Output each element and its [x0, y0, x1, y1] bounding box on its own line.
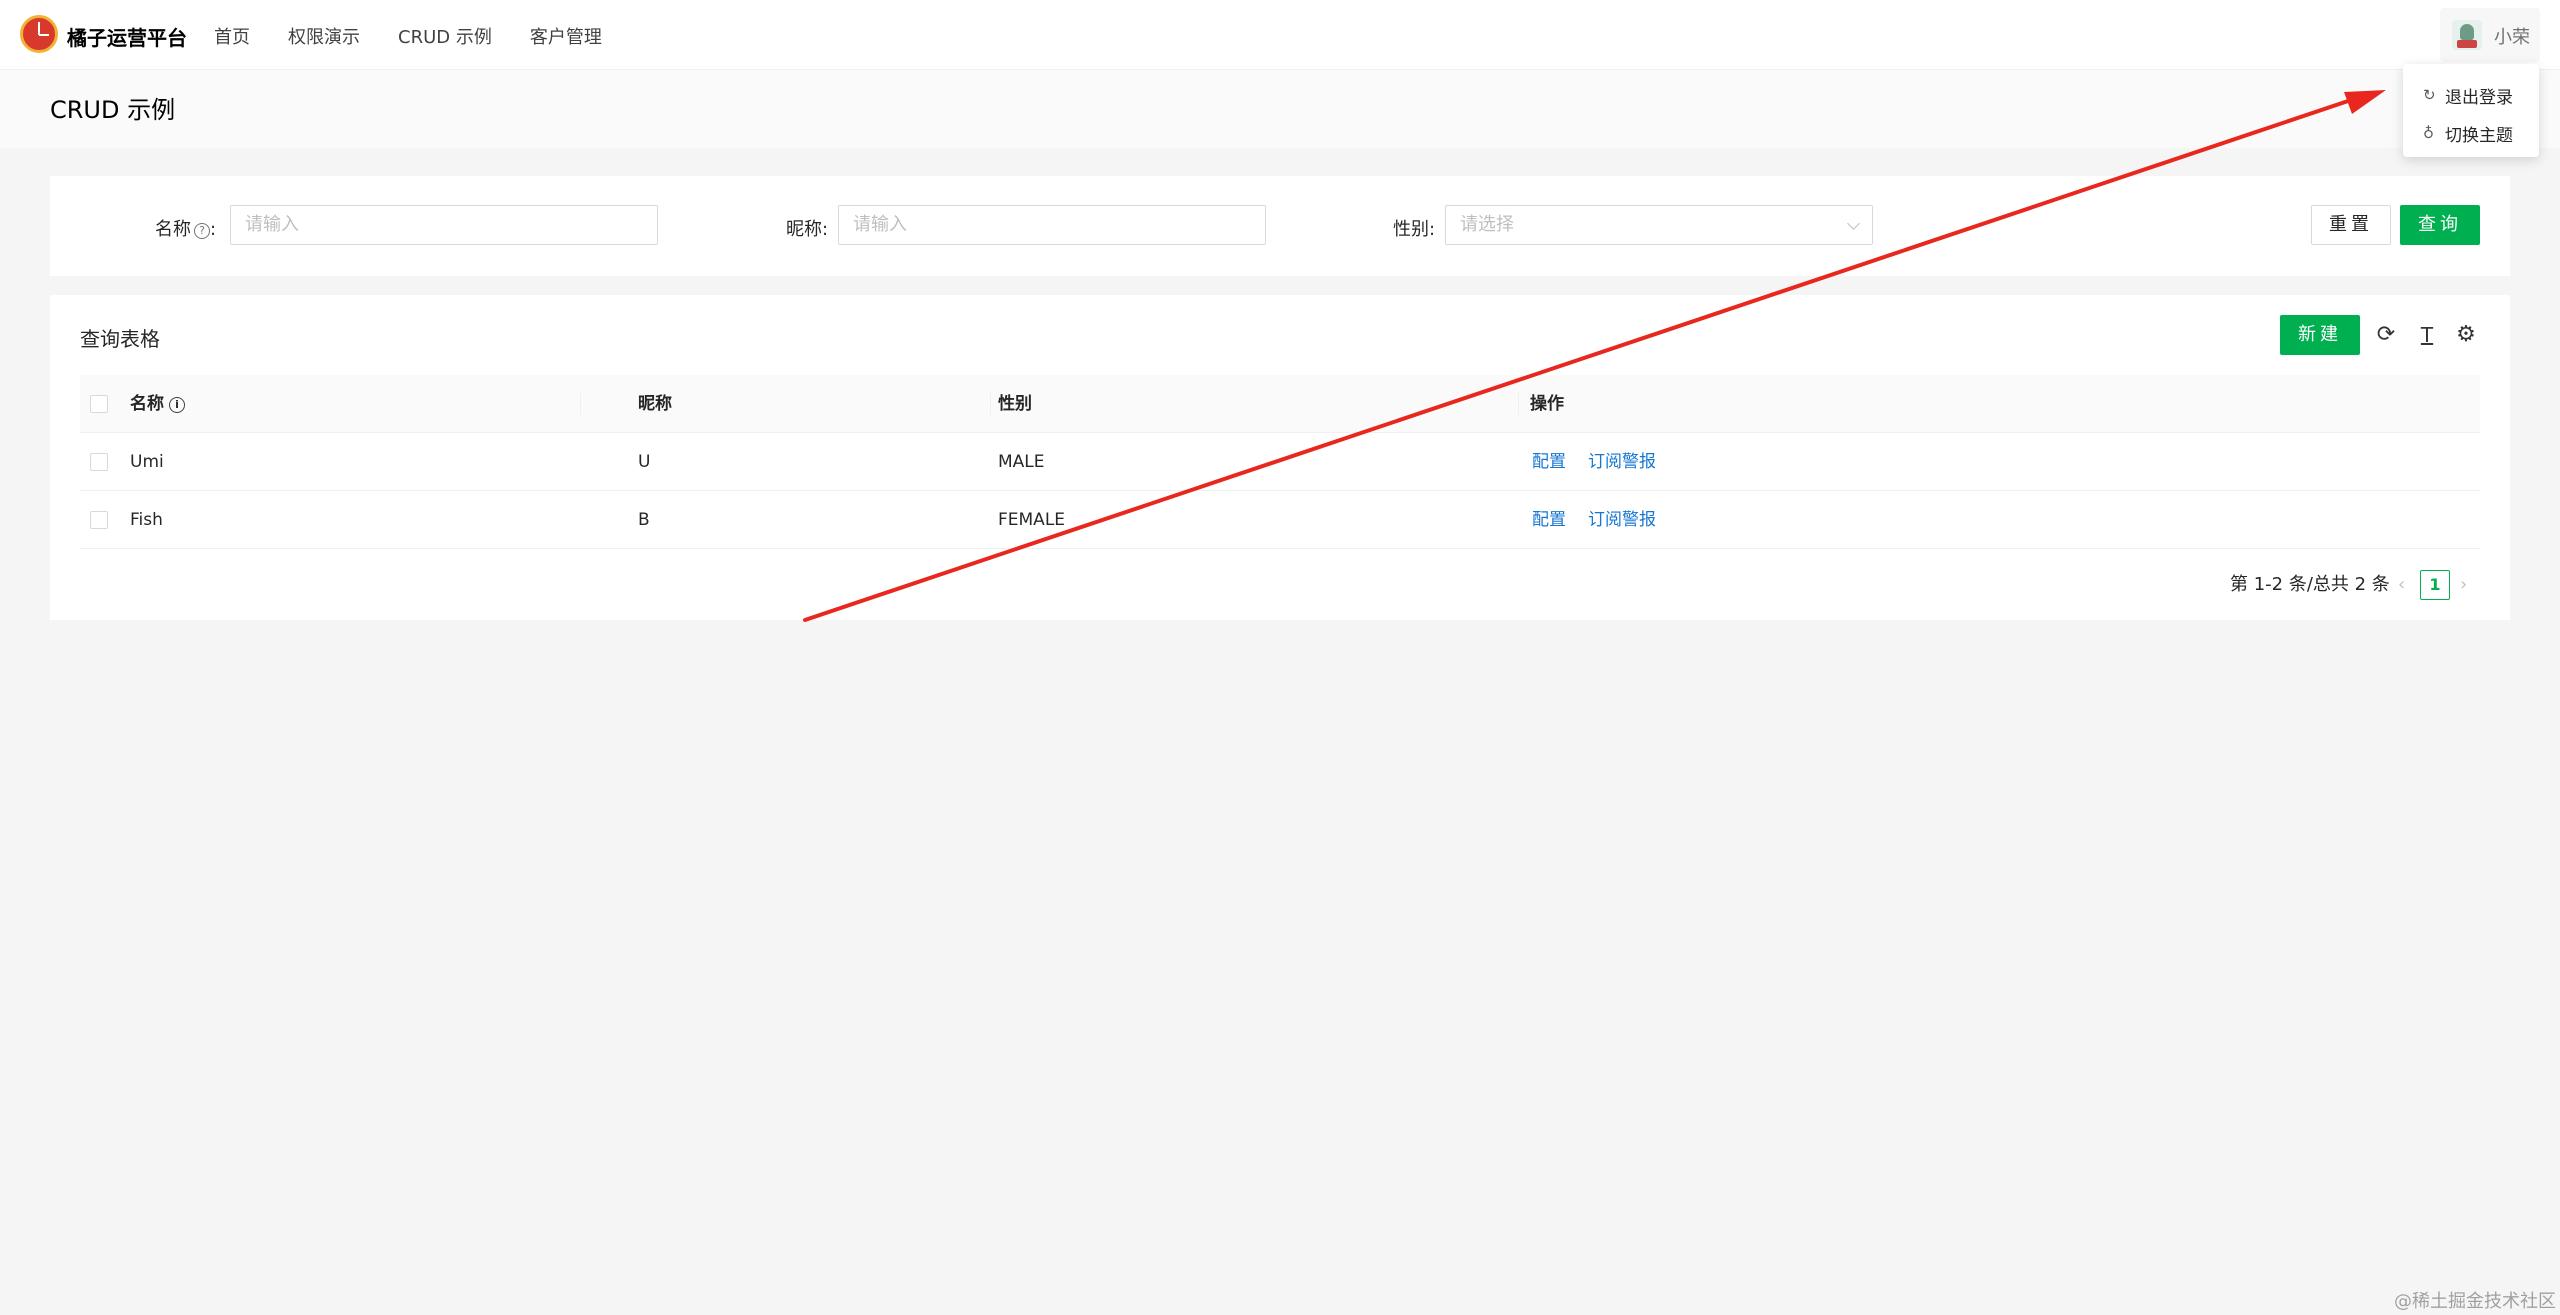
- search-form: 名称?: 请输入 昵称: 请输入 性别: 请选择 重置 查询: [50, 176, 2510, 276]
- table-row: Fish B FEMALE 配置 订阅警报: [80, 491, 2480, 549]
- top-nav: 首页 权限演示 CRUD 示例 客户管理: [214, 23, 602, 49]
- data-table: 名称 i 昵称 性别 操作 Umi U MALE 配置 订阅警报 Fish B F…: [80, 375, 2480, 549]
- table-card: 查询表格 新建 ⟳ T ⚙ 名称 i 昵称 性别 操作 Umi U MALE 配置…: [50, 295, 2510, 620]
- top-header: 橘子运营平台 首页 权限演示 CRUD 示例 客户管理 小荣: [0, 0, 2560, 70]
- reset-button[interactable]: 重置: [2311, 205, 2391, 245]
- watermark: @稀土掘金技术社区: [2394, 1291, 2556, 1312]
- config-link[interactable]: 配置: [1532, 491, 1566, 549]
- nickname-label: 昵称:: [786, 219, 829, 240]
- select-all-checkbox[interactable]: [90, 395, 108, 413]
- prev-page-icon[interactable]: ‹: [2398, 570, 2405, 600]
- question-circle-icon[interactable]: ?: [194, 223, 210, 239]
- logout-menu-item[interactable]: ↻ 退出登录: [2403, 76, 2539, 114]
- cell-gender: FEMALE: [998, 510, 1066, 530]
- table-title: 查询表格: [80, 327, 160, 351]
- avatar: [2452, 20, 2482, 50]
- bulb-icon: ♁: [2423, 124, 2434, 142]
- page-title: CRUD 示例: [50, 96, 176, 124]
- gender-label: 性别:: [1393, 219, 1436, 240]
- nav-item-home[interactable]: 首页: [214, 23, 250, 49]
- name-input[interactable]: 请输入: [230, 205, 658, 245]
- user-name: 小荣: [2494, 27, 2530, 48]
- col-header-name: 名称 i: [130, 375, 185, 433]
- switch-theme-label: 切换主题: [2445, 125, 2513, 146]
- subscribe-alert-link[interactable]: 订阅警报: [1588, 433, 1656, 491]
- cell-gender: MALE: [998, 452, 1045, 472]
- page-header: CRUD 示例: [0, 70, 2560, 148]
- cell-name: Umi: [130, 452, 164, 472]
- row-checkbox[interactable]: [90, 453, 108, 471]
- config-link[interactable]: 配置: [1532, 433, 1566, 491]
- nickname-input[interactable]: 请输入: [838, 205, 1266, 245]
- cell-nickname: B: [638, 510, 650, 530]
- next-page-icon[interactable]: ›: [2460, 570, 2467, 600]
- subscribe-alert-link[interactable]: 订阅警报: [1588, 491, 1656, 549]
- page-number-1[interactable]: 1: [2420, 570, 2450, 600]
- app-title: 橘子运营平台: [67, 26, 187, 50]
- user-menu-trigger[interactable]: 小荣: [2440, 8, 2540, 62]
- row-checkbox[interactable]: [90, 511, 108, 529]
- col-header-actions: 操作: [1530, 394, 1564, 414]
- nav-item-crud[interactable]: CRUD 示例: [398, 23, 492, 49]
- gender-select-placeholder: 请选择: [1460, 214, 1514, 235]
- chevron-down-icon: [1847, 217, 1860, 230]
- new-button[interactable]: 新建: [2280, 315, 2360, 355]
- nav-item-access[interactable]: 权限演示: [288, 23, 360, 49]
- query-button[interactable]: 查询: [2400, 205, 2480, 245]
- user-dropdown-menu: ↻ 退出登录 ♁ 切换主题: [2403, 64, 2539, 157]
- table-header-row: 名称 i 昵称 性别 操作: [80, 375, 2480, 433]
- table-row: Umi U MALE 配置 订阅警报: [80, 433, 2480, 491]
- reload-icon[interactable]: ⟳: [2374, 323, 2398, 347]
- logout-icon: ↻: [2423, 86, 2436, 104]
- gender-select[interactable]: 请选择: [1445, 205, 1873, 245]
- density-icon[interactable]: T: [2415, 323, 2439, 347]
- gear-icon[interactable]: ⚙: [2454, 323, 2478, 347]
- switch-theme-menu-item[interactable]: ♁ 切换主题: [2403, 114, 2539, 152]
- pagination-summary: 第 1-2 条/总共 2 条: [2230, 574, 2390, 595]
- cell-nickname: U: [638, 452, 651, 472]
- cell-name: Fish: [130, 510, 163, 530]
- name-label: 名称?:: [155, 219, 217, 240]
- nav-item-customers[interactable]: 客户管理: [530, 23, 602, 49]
- col-header-nickname: 昵称: [638, 394, 672, 414]
- app-logo-icon: [20, 15, 58, 53]
- info-circle-icon[interactable]: i: [169, 397, 185, 413]
- logout-label: 退出登录: [2445, 87, 2513, 108]
- col-header-gender: 性别: [998, 394, 1032, 414]
